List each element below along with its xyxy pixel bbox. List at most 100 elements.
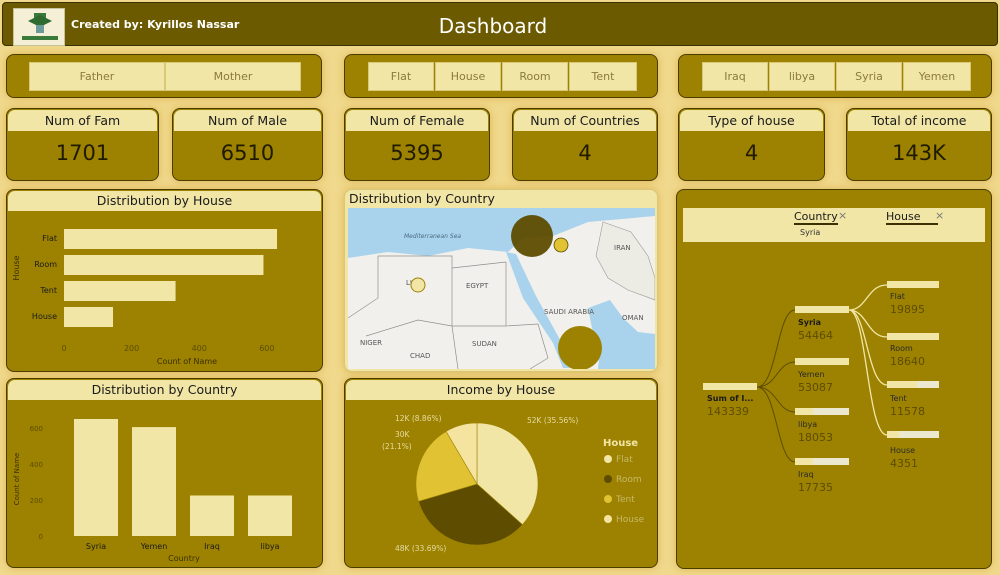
map-title: Distribution by Country [349, 191, 495, 206]
slicer-tent[interactable]: Tent [569, 62, 637, 91]
card-value: 4 [744, 141, 759, 165]
card-label: Num of Female [346, 110, 488, 131]
sudan-label: SUDAN [472, 340, 497, 348]
tree-bar-yemen[interactable] [795, 358, 849, 365]
legend-swatch [604, 515, 612, 523]
x-axis-label: Country [168, 554, 200, 563]
tick-label: 600 [30, 425, 43, 433]
card-total-income[interactable]: Total of income 143K [846, 108, 992, 181]
tick-label: 400 [30, 461, 43, 469]
category-label: libya [260, 542, 279, 551]
category-label: Room [34, 260, 57, 269]
country-slicer: Iraq libya Syria Yemen [678, 54, 992, 98]
decomposition-tree-panel[interactable]: Country × House × Syria Sum of I... 1433… [676, 189, 992, 569]
slicer-house[interactable]: House [435, 62, 501, 91]
tree-node-label: Flat [890, 292, 905, 301]
niger-label: NIGER [360, 339, 382, 347]
tick-label: 200 [30, 497, 43, 505]
tree-root-bar[interactable] [703, 383, 757, 390]
decomposition-tree: Sum of I... 143339 Syria 54464 Yemen 530… [703, 281, 939, 494]
pie-label-tent: 30K (21.1%) [382, 430, 412, 451]
slicer-mother[interactable]: Mother [165, 62, 301, 91]
tick-label: 400 [192, 344, 207, 353]
country-map-panel[interactable]: Distribution by Country Mediterranean Se… [344, 189, 658, 372]
bar-libya[interactable] [248, 495, 292, 537]
card-value: 5395 [390, 141, 444, 165]
tree-node-value: 18053 [798, 431, 833, 444]
bar-syria[interactable] [74, 419, 118, 536]
slicer-flat[interactable]: Flat [368, 62, 434, 91]
legend-item[interactable]: Room [616, 475, 642, 485]
income-pie-panel[interactable]: Income by House 52K (35.56%) 48K (33.69%… [344, 378, 658, 568]
card-value: 1701 [55, 141, 110, 165]
tree-node-label: House [890, 446, 915, 455]
tree-node-value: 17735 [798, 481, 833, 494]
tree-bar-libya[interactable] [795, 408, 813, 415]
bar-iraq[interactable] [190, 495, 234, 537]
iran-label: IRAN [614, 244, 631, 252]
tree-root-label: Sum of I... [707, 394, 753, 403]
tick-label: 0 [61, 344, 66, 353]
tree-node-value: 11578 [890, 405, 925, 418]
house-bar-chart-panel[interactable]: Distribution by House House Flat Room Tent… [6, 189, 323, 372]
slicer-syria[interactable]: Syria [836, 62, 902, 91]
bar-tent[interactable] [64, 281, 176, 301]
tree-node-label: Yemen [797, 370, 825, 379]
tree-node-value: 53087 [798, 381, 833, 394]
slicer-yemen[interactable]: Yemen [903, 62, 971, 91]
tree-root-value: 143339 [707, 405, 749, 418]
map-bubble-libya[interactable] [410, 277, 426, 293]
tree-node-value: 18640 [890, 355, 925, 368]
tree-bar-iraq[interactable] [795, 458, 813, 465]
category-label: Flat [42, 234, 57, 243]
tree-bar-room[interactable] [887, 333, 939, 340]
category-label: Syria [86, 542, 106, 551]
card-label: Type of house [680, 110, 823, 131]
slicer-father[interactable]: Father [29, 62, 165, 91]
tree-node-label: Syria [798, 318, 821, 327]
map-bubble-iraq[interactable] [553, 237, 569, 253]
tree-bar-tent[interactable] [887, 381, 917, 388]
legend-title: House [603, 438, 638, 449]
map-bubble-syria[interactable] [511, 215, 553, 257]
tree-node-label: libya [798, 420, 817, 429]
page-title: Dashboard [438, 14, 548, 38]
tree-bar-flat[interactable] [887, 281, 939, 288]
country-map: Mediterranean Sea IRAN EGYPT LIBYA SAUDI… [348, 208, 655, 369]
saudi-label: SAUDI ARABIA [544, 308, 594, 316]
card-num-fam[interactable]: Num of Fam 1701 [6, 108, 159, 181]
tree-node-label: Room [890, 344, 913, 353]
y-axis-label: Count of Name [13, 453, 21, 506]
chad-label: CHAD [410, 352, 430, 360]
legend-item[interactable]: Flat [616, 455, 633, 465]
slicer-room[interactable]: Room [502, 62, 568, 91]
card-type-of-house[interactable]: Type of house 4 [678, 108, 825, 181]
card-num-female[interactable]: Num of Female 5395 [344, 108, 490, 181]
legend-swatch [604, 475, 612, 483]
card-num-male[interactable]: Num of Male 6510 [172, 108, 323, 181]
slicer-iraq[interactable]: Iraq [702, 62, 768, 91]
card-num-countries[interactable]: Num of Countries 4 [512, 108, 658, 181]
bar-house[interactable] [64, 307, 114, 327]
country-bar-chart-panel[interactable]: Distribution by Country Count of Name 02… [6, 378, 323, 568]
tree-node-value: 4351 [890, 457, 918, 470]
bar-yemen[interactable] [132, 427, 176, 536]
tick-label: 0 [39, 533, 43, 541]
tree-bar-syria[interactable] [795, 306, 849, 313]
slicer-libya[interactable]: libya [769, 62, 835, 91]
card-label: Num of Male [174, 110, 321, 131]
card-label: Num of Fam [8, 110, 157, 131]
bar-flat[interactable] [64, 229, 277, 249]
x-axis-label: Count of Name [157, 357, 217, 366]
card-label: Total of income [848, 110, 990, 131]
egypt-label: EGYPT [466, 282, 489, 290]
card-label: Num of Countries [514, 110, 656, 131]
income-pie-chart: 52K (35.56%) 48K (33.69%) 30K (21.1%) 12K… [382, 414, 645, 553]
legend-item[interactable]: Tent [615, 495, 635, 505]
category-label: Yemen [140, 542, 168, 551]
category-label: Tent [39, 286, 57, 295]
tree-bar-house[interactable] [887, 431, 899, 438]
map-bubble-yemen[interactable] [558, 326, 602, 369]
bar-room[interactable] [64, 255, 264, 275]
legend-item[interactable]: House [616, 515, 645, 525]
